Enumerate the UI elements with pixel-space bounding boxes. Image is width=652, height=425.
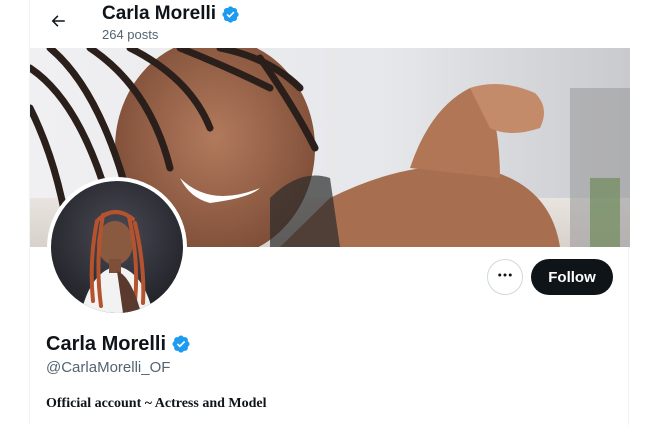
profile-avatar[interactable] xyxy=(47,177,187,317)
verified-badge-icon[interactable] xyxy=(221,5,240,24)
avatar-image xyxy=(51,181,183,313)
more-horizontal-icon xyxy=(496,266,514,289)
back-button[interactable] xyxy=(41,6,75,40)
profile-page: Carla Morelli 264 posts Follow Carla Mor… xyxy=(29,0,630,425)
header-name: Carla Morelli xyxy=(102,3,217,24)
top-header: Carla Morelli 264 posts xyxy=(30,0,630,48)
profile-handle: @CarlaMorelli_OF xyxy=(46,359,171,376)
display-name: Carla Morelli xyxy=(46,333,167,355)
verified-badge-icon[interactable] xyxy=(171,334,191,354)
more-options-button[interactable] xyxy=(487,259,523,295)
profile-bio: Official account ~ Actress and Model xyxy=(46,396,267,411)
arrow-left-icon xyxy=(49,12,67,35)
profile-name-row: Carla Morelli xyxy=(46,332,191,356)
follow-button[interactable]: Follow xyxy=(531,259,613,295)
posts-count: 264 posts xyxy=(102,27,159,42)
header-title: Carla Morelli xyxy=(102,3,240,25)
